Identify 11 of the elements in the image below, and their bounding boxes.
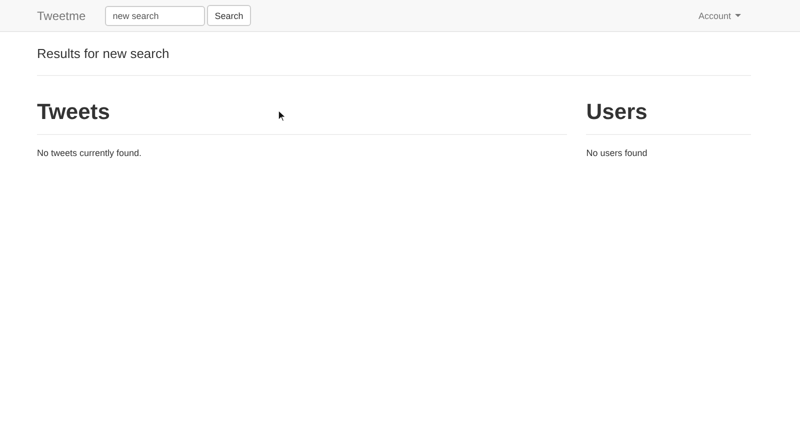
- search-field[interactable]: new search: [104, 6, 205, 26]
- account-menu[interactable]: Account: [698, 10, 741, 20]
- cursor-icon: [278, 110, 286, 122]
- section-title: Tweets: [37, 99, 110, 125]
- caret-icon: [735, 14, 741, 18]
- search-button[interactable]: Search: [206, 5, 252, 26]
- results-heading: Results for new search: [37, 46, 170, 61]
- brand-link[interactable]: Tweetme: [37, 8, 86, 22]
- empty-message: No users found: [586, 148, 648, 158]
- section-title: Users: [586, 99, 648, 125]
- empty-message: No tweets currently found.: [37, 148, 143, 158]
